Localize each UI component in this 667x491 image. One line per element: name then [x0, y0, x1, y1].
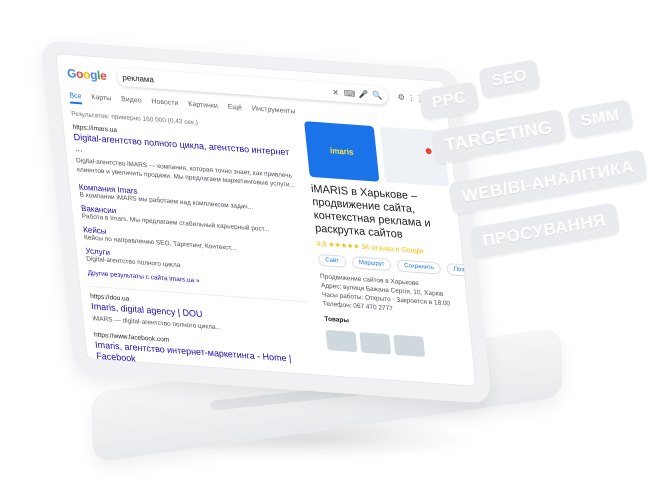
map-pin-icon — [425, 147, 432, 155]
search-query[interactable]: реклама — [122, 72, 326, 96]
settings-icon[interactable]: ⚙ — [397, 92, 406, 102]
product-thumbs — [325, 329, 467, 360]
search-results: Результатов: примерно 160 000 (0,43 сек.… — [71, 111, 318, 387]
laptop: Google реклама ✕ ⌨ 🎤 🔍 ⚙ ⋮⋮ A Все Карты — [0, 0, 667, 491]
product-thumb[interactable] — [325, 329, 358, 353]
tab-more[interactable]: Ещё — [227, 104, 242, 116]
result-3: https://www.facebook.com Imaris, агентст… — [94, 331, 317, 386]
tab-all[interactable]: Все — [69, 92, 83, 105]
product-thumb[interactable] — [393, 334, 426, 358]
product-thumb[interactable] — [359, 332, 392, 355]
keyboard-icon[interactable]: ⌨ — [343, 88, 355, 98]
tab-tools[interactable]: Инструменты — [252, 105, 297, 119]
tag-smm-text: SMM — [579, 106, 621, 131]
tab-news[interactable]: Новости — [151, 98, 179, 111]
website-button[interactable]: Сайт — [317, 253, 347, 268]
laptop-screen: Google реклама ✕ ⌨ 🎤 🔍 ⚙ ⋮⋮ A Все Карты — [55, 53, 477, 387]
sitelinks: Компания Imars В компании iMARS мы работ… — [78, 183, 307, 294]
call-button[interactable]: Позвонить — [446, 263, 477, 279]
panel-hero: imaris — [304, 121, 450, 187]
save-button[interactable]: Сохранить — [396, 259, 442, 275]
tab-maps[interactable]: Карты — [91, 94, 112, 107]
tag-ppc-text: PPC — [430, 89, 468, 112]
panel-details: Продвижение сайтов в Харькове Адрес: вул… — [320, 272, 463, 318]
google-logo[interactable]: Google — [66, 66, 107, 83]
tab-video[interactable]: Видео — [121, 96, 142, 109]
clear-icon[interactable]: ✕ — [331, 87, 340, 97]
mic-icon[interactable]: 🎤 — [358, 89, 369, 99]
search-icon[interactable]: 🔍 — [372, 90, 383, 100]
result-1: https://imars.ua Digital-агентство полно… — [72, 124, 296, 190]
brand-logo: imaris — [304, 121, 380, 182]
route-button[interactable]: Маршрут — [351, 256, 393, 272]
panel-title: iMARIS в Харькове – продвижение сайта, к… — [310, 182, 432, 241]
tab-images[interactable]: Картинки — [188, 101, 219, 114]
tag-seo-text: SEO — [490, 67, 529, 90]
